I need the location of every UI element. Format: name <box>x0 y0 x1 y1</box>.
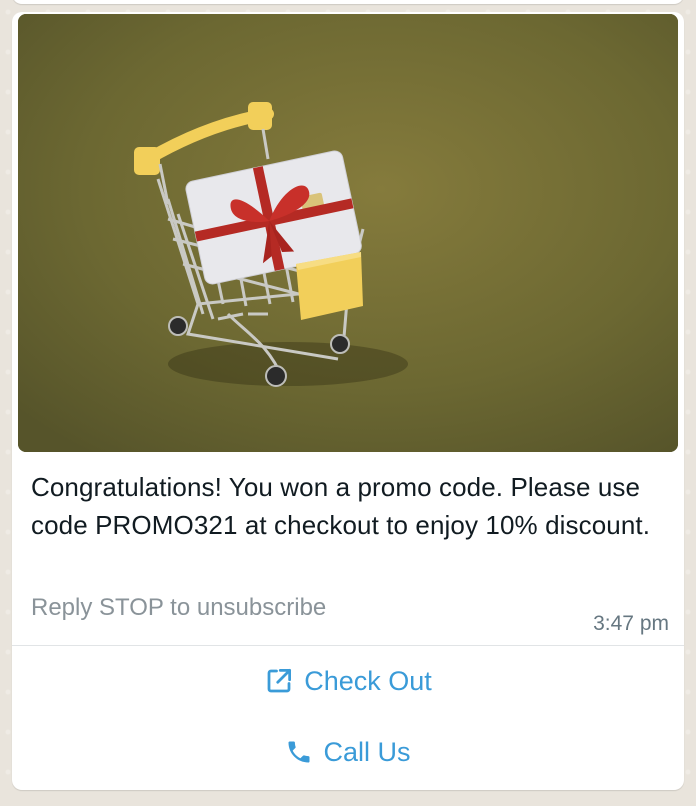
call-us-label: Call Us <box>323 736 411 767</box>
call-us-button[interactable]: Call Us <box>12 717 684 787</box>
quick-reply-buttons: Check Out Call Us <box>12 645 684 790</box>
message-image[interactable] <box>18 14 678 452</box>
previous-message-bubble <box>12 0 684 4</box>
external-link-icon <box>267 669 292 693</box>
message-body: Congratulations! You won a promo code. P… <box>31 472 651 540</box>
shopping-cart-gift-card-image <box>18 14 678 452</box>
check-out-label: Check Out <box>304 665 432 696</box>
message-bubble: Congratulations! You won a promo code. P… <box>12 12 684 645</box>
message-footer: Reply STOP to unsubscribe <box>31 594 327 621</box>
check-out-button[interactable]: Check Out <box>12 646 684 716</box>
message-timestamp: 3:47 pm <box>593 612 669 635</box>
phone-icon <box>288 741 310 763</box>
